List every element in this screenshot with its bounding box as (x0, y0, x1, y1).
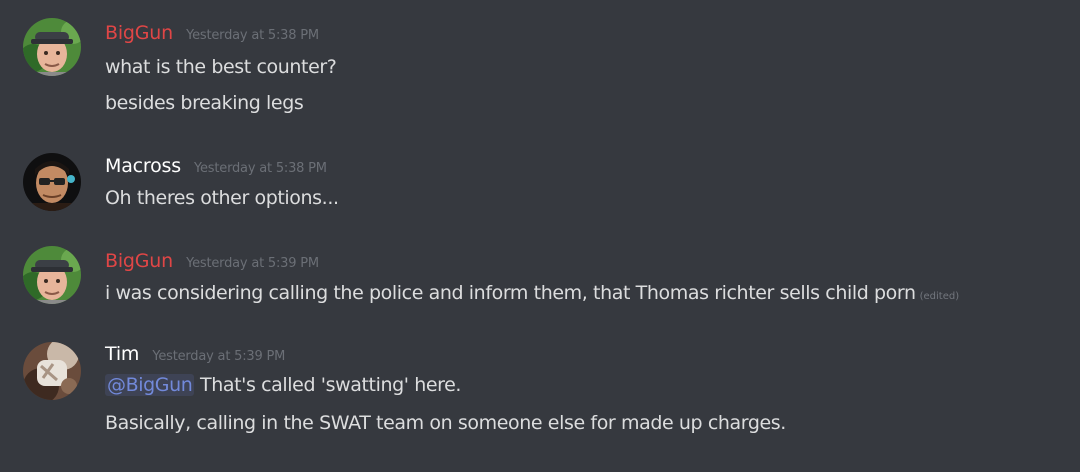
message-text: Oh theres other options... (105, 187, 339, 209)
message-text: i was considering calling the police and… (105, 282, 916, 304)
avatar-tim[interactable] (23, 342, 81, 400)
message-text-row: i was considering calling the police and… (105, 282, 959, 304)
message-timestamp: Yesterday at 5:39 PM (152, 349, 286, 364)
message-text-row: @BigGun That's called 'swatting' here. (105, 374, 461, 396)
message-group-biggun-2: BigGun Yesterday at 5:39 PM i was consid… (0, 230, 1080, 330)
author-name[interactable]: BigGun (105, 22, 173, 44)
message-group-biggun-1: BigGun Yesterday at 5:38 PM what is the … (0, 0, 1080, 140)
author-name[interactable]: Macross (105, 155, 181, 177)
message-header: BigGun Yesterday at 5:39 PM (105, 250, 319, 276)
message-group-macross: Macross Yesterday at 5:38 PM Oh theres o… (0, 140, 1080, 230)
edited-label: (edited) (919, 291, 960, 302)
message-text: what is the best counter? (105, 56, 337, 78)
user-mention[interactable]: @BigGun (105, 374, 195, 396)
author-name[interactable]: Tim (105, 343, 139, 365)
avatar-macross[interactable] (23, 153, 81, 211)
author-name[interactable]: BigGun (105, 250, 173, 272)
message-header: Macross Yesterday at 5:38 PM (105, 155, 327, 181)
message-text: besides breaking legs (105, 92, 304, 114)
avatar-biggun[interactable] (23, 18, 81, 76)
message-timestamp: Yesterday at 5:38 PM (194, 161, 327, 176)
message-header: BigGun Yesterday at 5:38 PM (105, 22, 319, 48)
avatar-biggun[interactable] (23, 246, 81, 304)
message-text: Basically, calling in the SWAT team on s… (105, 412, 786, 434)
message-header: Tim Yesterday at 5:39 PM (105, 343, 285, 369)
message-group-tim: Tim Yesterday at 5:39 PM @BigGun That's … (0, 330, 1080, 472)
message-timestamp: Yesterday at 5:38 PM (186, 28, 319, 43)
chat-message-list: BigGun Yesterday at 5:38 PM what is the … (0, 0, 1080, 472)
message-text: That's called 'swatting' here. (200, 374, 462, 396)
message-timestamp: Yesterday at 5:39 PM (186, 256, 319, 271)
